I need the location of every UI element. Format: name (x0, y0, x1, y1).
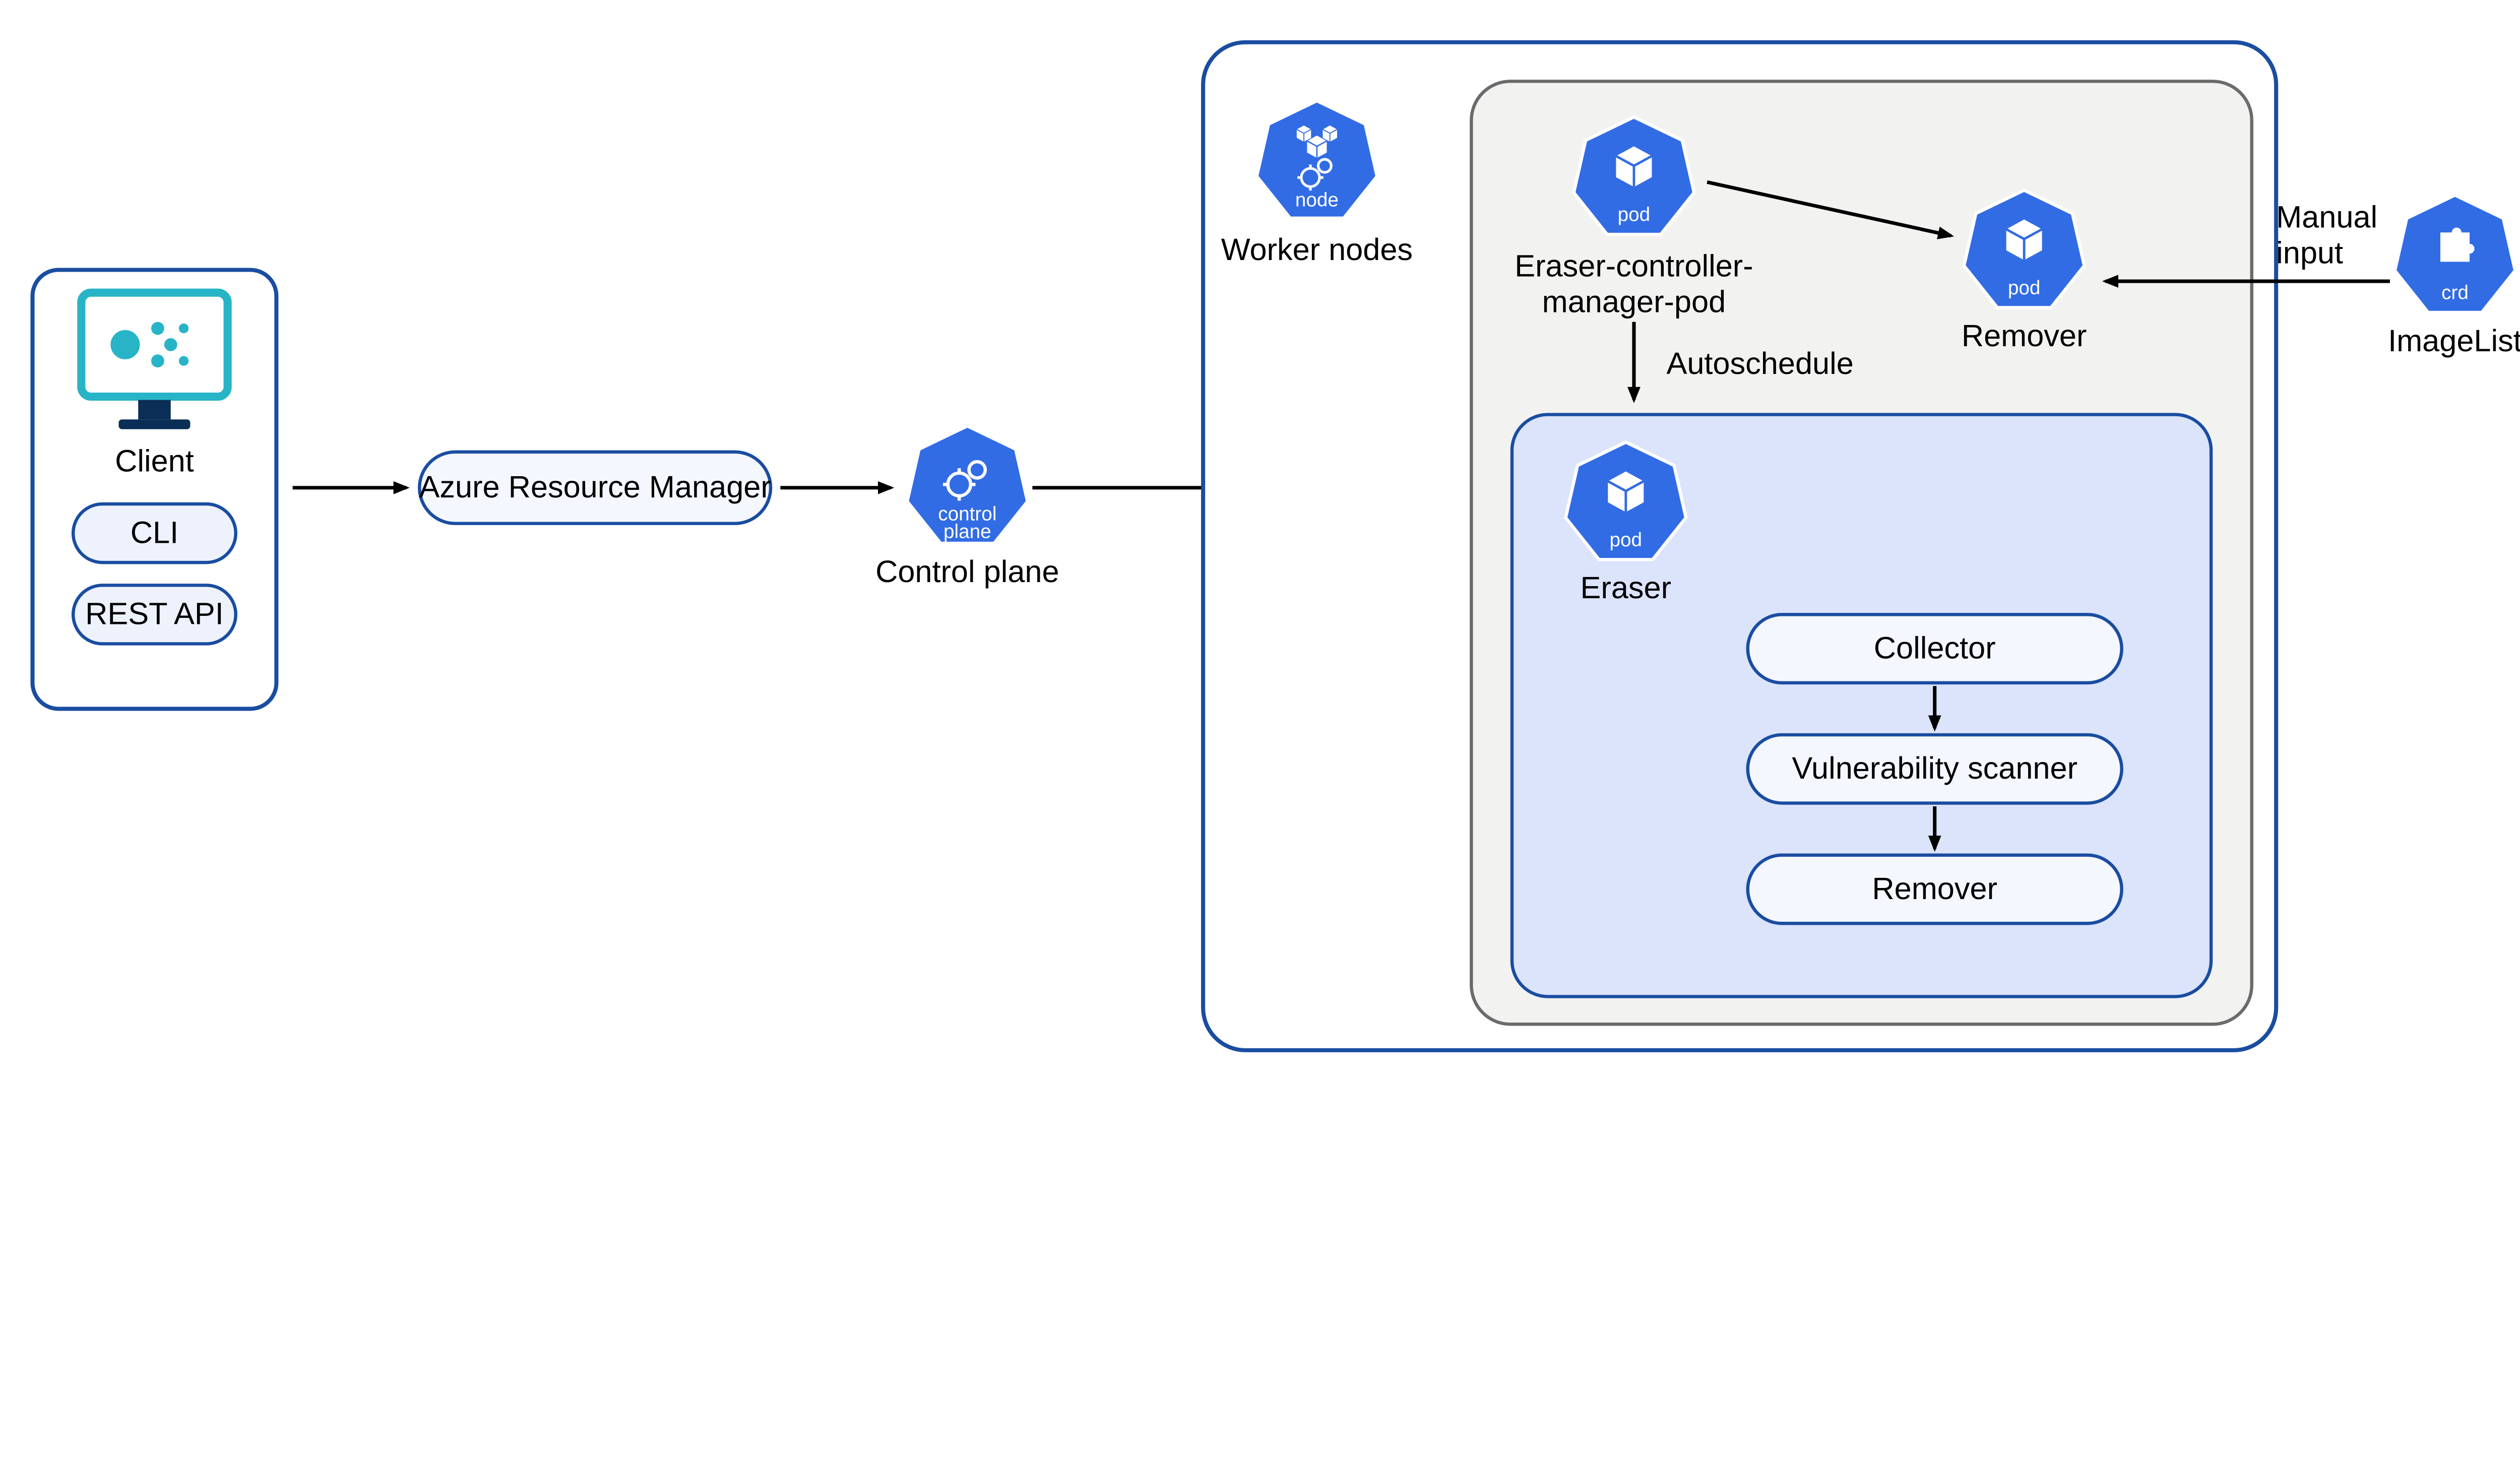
svg-text:node: node (1295, 189, 1339, 211)
svg-text:crd: crd (2441, 282, 2469, 304)
eraser-label: Eraser (1581, 570, 1672, 605)
imagelist-label: ImageList (2388, 324, 2520, 358)
rest-label: REST API (85, 597, 224, 631)
svg-text:pod: pod (2008, 277, 2041, 299)
client-title: Client (115, 443, 194, 478)
control-plane-label: Control plane (875, 554, 1059, 589)
client-box: Client CLI REST API (33, 270, 277, 709)
remover-label: Remover (1962, 319, 2087, 353)
autoschedule-label: Autoschedule (1666, 346, 1853, 380)
eraser-controller-label-2: manager-pod (1542, 284, 1726, 319)
manual-input-2: input (2276, 236, 2343, 270)
svg-text:plane: plane (943, 521, 991, 543)
manual-input-1: Manual (2276, 200, 2377, 234)
collector-label: Collector (1874, 630, 1996, 665)
worker-nodes-label: Worker nodes (1221, 232, 1413, 267)
remover-pipeline-label: Remover (1872, 871, 1997, 906)
eraser-controller-label-1: Eraser-controller- (1515, 248, 1753, 283)
arm-label: Azure Resource Manager (419, 470, 771, 504)
control-plane-icon: control plane (907, 426, 1028, 543)
cli-label: CLI (131, 515, 178, 549)
svg-text:pod: pod (1610, 529, 1643, 551)
scanner-label: Vulnerability scanner (1792, 751, 2077, 785)
imagelist-icon: crd (2395, 195, 2515, 312)
svg-text:pod: pod (1618, 204, 1651, 226)
